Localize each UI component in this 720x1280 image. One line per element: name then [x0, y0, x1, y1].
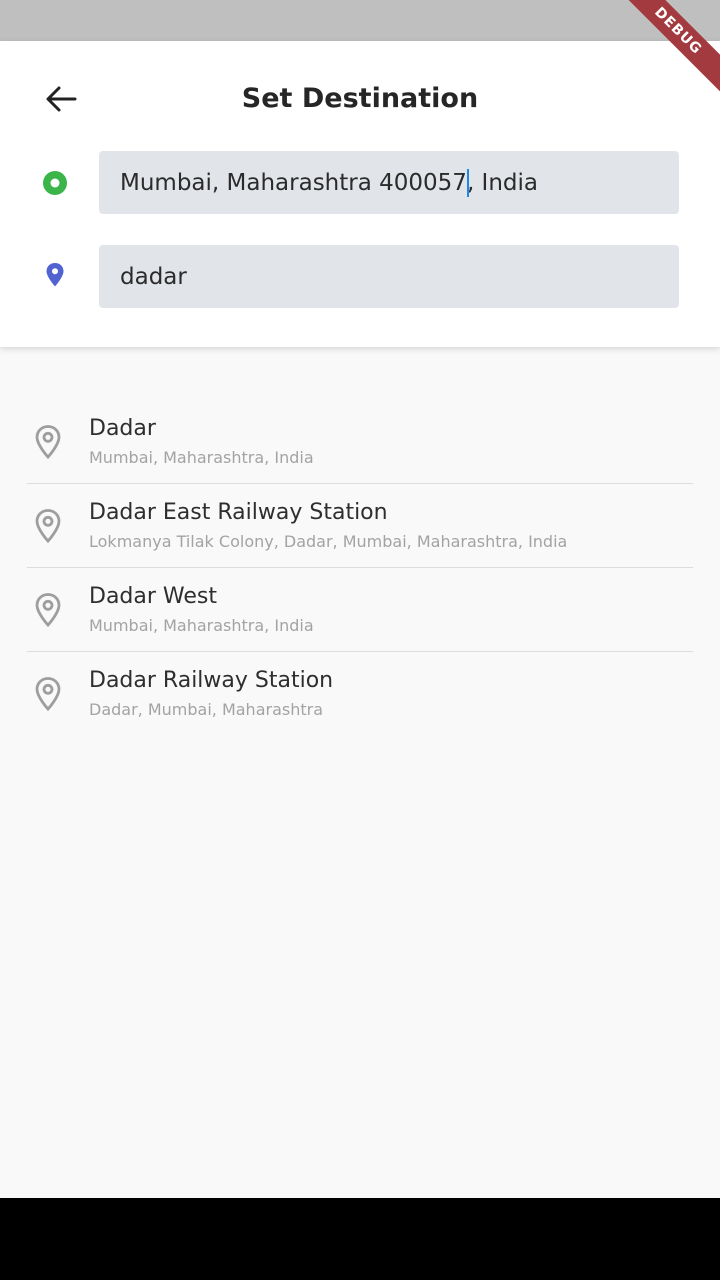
origin-input-text-before-caret: Mumbai, Maharashtra 400057: [120, 169, 467, 196]
result-name: Dadar East Railway Station: [89, 500, 388, 525]
result-address: Dadar, Mumbai, Maharashtra: [89, 700, 324, 719]
location-pin-outline-icon: [35, 593, 61, 628]
result-address: Mumbai, Maharashtra, India: [89, 616, 314, 635]
map-pin-icon: [46, 263, 64, 287]
location-pin-outline-icon: [35, 677, 61, 712]
system-navigation-bar: [0, 1198, 720, 1280]
destination-input[interactable]: dadar: [99, 245, 679, 308]
result-item-dadar[interactable]: Dadar Mumbai, Maharashtra, India: [27, 400, 693, 484]
origin-input[interactable]: Mumbai, Maharashtra 400057, India: [99, 151, 679, 214]
destination-marker: [40, 260, 70, 290]
page-title: Set Destination: [241, 83, 479, 114]
origin-input-text-after-caret: , India: [466, 169, 539, 196]
destination-input-text: dadar: [120, 263, 187, 290]
location-pin-outline-icon: [35, 425, 61, 460]
result-name: Dadar: [89, 416, 156, 441]
result-address: Mumbai, Maharashtra, India: [89, 448, 314, 467]
result-item-dadar-east-railway-station[interactable]: Dadar East Railway Station Lokmanya Tila…: [27, 484, 693, 568]
result-address: Lokmanya Tilak Colony, Dadar, Mumbai, Ma…: [89, 532, 568, 551]
search-results-list: Dadar Mumbai, Maharashtra, India Dadar E…: [27, 400, 693, 735]
location-pin-outline-icon: [35, 509, 61, 544]
header: Set Destination Mumbai, Maharashtra 4000…: [0, 41, 720, 347]
result-name: Dadar Railway Station: [89, 668, 334, 693]
origin-marker: [40, 168, 70, 198]
status-bar: [0, 0, 720, 41]
result-item-dadar-railway-station[interactable]: Dadar Railway Station Dadar, Mumbai, Mah…: [27, 652, 693, 735]
result-name: Dadar West: [89, 584, 217, 609]
origin-dot-icon: [43, 171, 67, 195]
app-screen: Set Destination Mumbai, Maharashtra 4000…: [0, 0, 720, 1280]
result-item-dadar-west[interactable]: Dadar West Mumbai, Maharashtra, India: [27, 568, 693, 652]
